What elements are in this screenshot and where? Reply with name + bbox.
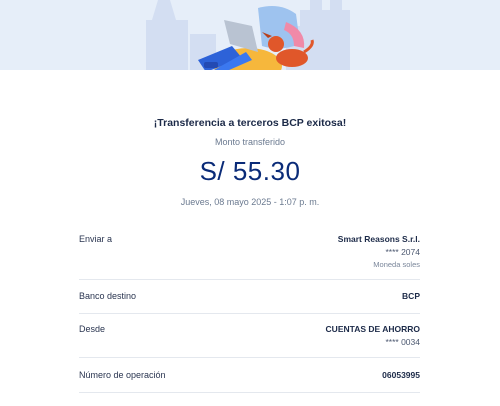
recipient-account: **** 2074 — [385, 247, 420, 257]
operation-label: Número de operación — [79, 370, 166, 380]
from-label: Desde — [79, 324, 106, 334]
detail-row-operation: Número de operación 06053995 — [79, 370, 420, 384]
hero-banner — [0, 0, 500, 70]
divider — [79, 313, 420, 314]
source-account-type: CUENTAS DE AHORRO — [325, 324, 420, 334]
send-to-label: Enviar a — [79, 234, 113, 244]
success-title: ¡Transferencia a terceros BCP exitosa! — [153, 117, 347, 129]
divider — [79, 392, 420, 393]
bank-label: Banco destino — [79, 291, 137, 301]
operation-number: 06053995 — [382, 370, 420, 380]
detail-row-from: Desde CUENTAS DE AHORRO **** 0034 — [79, 324, 420, 352]
person-with-laptop-and-dog-illustration — [146, 0, 350, 70]
recipient-currency: Moneda soles — [373, 260, 420, 269]
recipient-name: Smart Reasons S.r.l. — [337, 234, 420, 244]
transfer-datetime: Jueves, 08 mayo 2025 - 1:07 p. m. — [180, 197, 320, 207]
bank-value: BCP — [402, 291, 420, 301]
divider — [79, 279, 420, 280]
divider — [79, 357, 420, 358]
source-account: **** 0034 — [385, 337, 420, 347]
detail-row-bank: Banco destino BCP — [79, 291, 420, 305]
amount-label: Monto transferido — [214, 137, 286, 147]
transfer-amount: S/ 55.30 — [199, 156, 301, 186]
detail-row-send-to: Enviar a Smart Reasons S.r.l. **** 2074 … — [79, 234, 420, 274]
